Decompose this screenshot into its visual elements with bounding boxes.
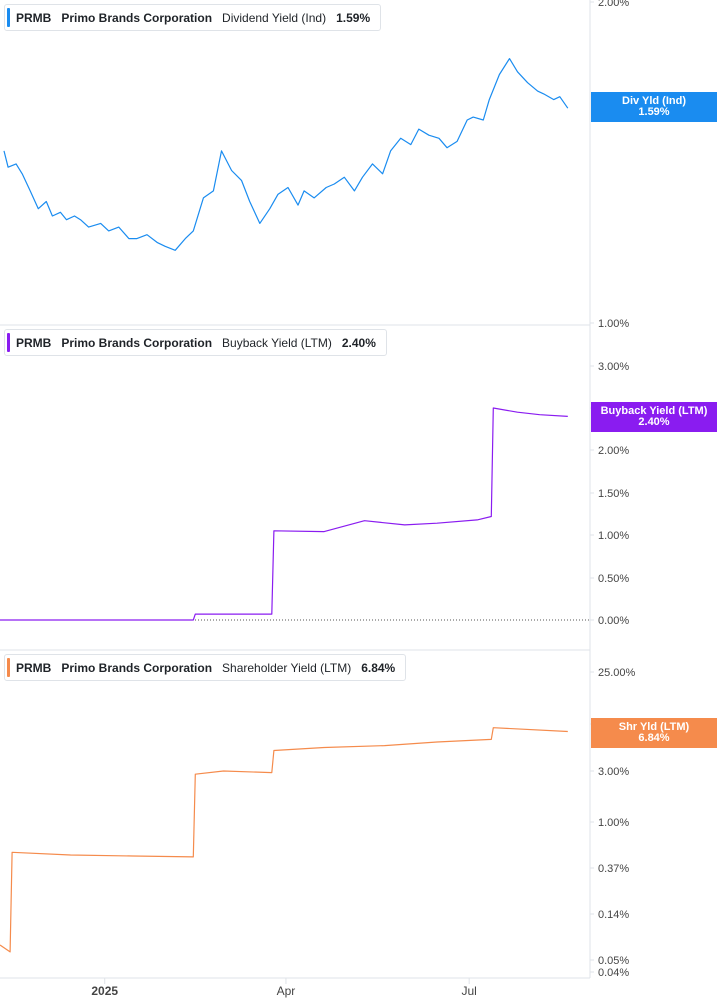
tag-value: 6.84% xyxy=(638,732,670,744)
last-value-tag-buyback: Buyback Yield (LTM) 2.40% xyxy=(591,402,717,432)
legend-metric: Buyback Yield (LTM) xyxy=(222,335,332,350)
legend-company: Primo Brands Corporation xyxy=(61,660,213,675)
x-tick-label: Jul xyxy=(462,984,477,998)
legend-company: Primo Brands Corporation xyxy=(61,10,213,25)
series-swatch xyxy=(7,8,10,27)
x-tick-label: Apr xyxy=(277,984,296,998)
dividend-yield-line xyxy=(3,58,569,251)
legend-ticker: PRMB xyxy=(16,660,52,675)
legend-value: 1.59% xyxy=(336,10,371,25)
legend-company: Primo Brands Corporation xyxy=(61,335,213,350)
y-tick-label: 0.05% xyxy=(598,955,629,967)
y-tick-label: 3.00% xyxy=(598,766,629,778)
y-tick-label: 2.00% xyxy=(598,0,629,9)
y-tick-label: 0.50% xyxy=(598,573,629,585)
legend-dividend-yield[interactable]: PRMB Primo Brands Corporation Dividend Y… xyxy=(4,4,382,31)
last-value-tag-dividend: Div Yld (Ind) 1.59% xyxy=(591,92,717,122)
y-tick-label: 1.50% xyxy=(598,488,629,500)
legend-metric: Shareholder Yield (LTM) xyxy=(222,660,352,675)
y-tick-label: 3.00% xyxy=(598,361,629,373)
legend-value: 2.40% xyxy=(341,335,376,350)
legend-shareholder-yield[interactable]: PRMB Primo Brands Corporation Shareholde… xyxy=(4,654,407,681)
y-tick-label: 1.00% xyxy=(598,530,629,542)
chart-canvas: 2.00%1.00%3.00%2.50%2.00%1.50%1.00%0.50%… xyxy=(0,0,636,998)
y-tick-label: 0.14% xyxy=(598,909,629,921)
legend-metric: Dividend Yield (Ind) xyxy=(222,10,327,25)
legend-buyback-yield[interactable]: PRMB Primo Brands Corporation Buyback Yi… xyxy=(4,329,387,356)
y-tick-label: 1.00% xyxy=(598,318,629,330)
legend-ticker: PRMB xyxy=(16,10,52,25)
legend-value: 6.84% xyxy=(361,660,396,675)
y-tick-label: 1.00% xyxy=(598,817,629,829)
y-tick-label: 0.37% xyxy=(598,863,629,875)
buyback-yield-line xyxy=(0,407,568,621)
tag-value: 2.40% xyxy=(638,416,670,428)
y-tick-label: 25.00% xyxy=(598,667,636,679)
series-swatch xyxy=(7,658,10,677)
y-tick-label: 0.04% xyxy=(598,967,629,979)
x-tick-label: 2025 xyxy=(91,984,118,998)
y-tick-label: 0.00% xyxy=(598,615,629,627)
legend-ticker: PRMB xyxy=(16,335,52,350)
shareholder-yield-line xyxy=(0,727,568,953)
tag-value: 1.59% xyxy=(638,106,670,118)
y-tick-label: 2.00% xyxy=(598,445,629,457)
last-value-tag-shareholder: Shr Yld (LTM) 6.84% xyxy=(591,718,717,748)
series-swatch xyxy=(7,333,10,352)
